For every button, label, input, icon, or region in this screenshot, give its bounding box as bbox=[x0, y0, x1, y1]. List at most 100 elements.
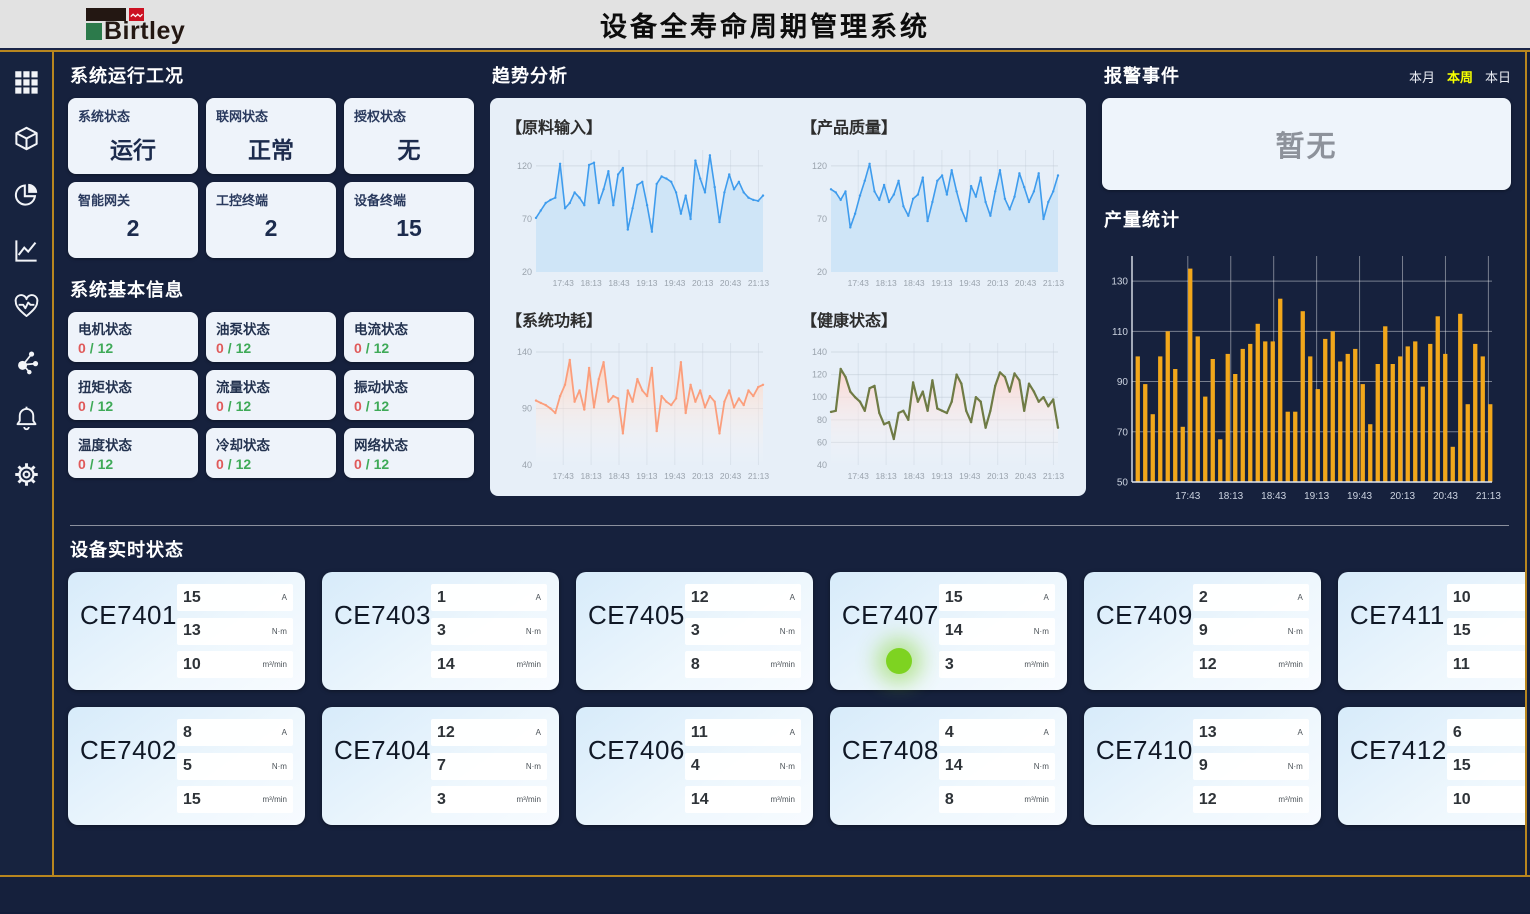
metric-value: 13 bbox=[1199, 724, 1217, 742]
device-card-ce7410[interactable]: CE7410 13A 9N·m 12m³/min bbox=[1084, 707, 1321, 825]
device-metric-row: 10A bbox=[1447, 584, 1525, 611]
raw-input-chart-title: 【原料输入】 bbox=[506, 114, 775, 138]
svg-text:110: 110 bbox=[1112, 327, 1128, 338]
total-count: / 12 bbox=[90, 456, 113, 472]
device-card-ce7404[interactable]: CE7404 12A 7N·m 3m³/min bbox=[322, 707, 559, 825]
svg-text:18:13: 18:13 bbox=[875, 471, 897, 481]
trend-panel: 【原料输入】 17:4318:1318:4319:1319:4320:1320:… bbox=[490, 98, 1086, 496]
svg-text:17:43: 17:43 bbox=[848, 471, 870, 481]
metric-unit: N·m bbox=[780, 627, 795, 636]
power-chart-svg: 17:4318:1318:4319:1319:4320:1320:4321:13… bbox=[506, 333, 771, 485]
svg-text:18:13: 18:13 bbox=[875, 278, 897, 288]
device-metric-row: 14N·m bbox=[939, 753, 1055, 780]
device-metric-row: 3N·m bbox=[431, 618, 547, 645]
alarm-count: 0 bbox=[78, 456, 86, 472]
metric-unit: A bbox=[282, 593, 287, 602]
product-quality-chart: 【产品质量】 17:4318:1318:4319:1319:4320:1320:… bbox=[801, 110, 1070, 297]
status-card-network: 联网状态 正常 bbox=[206, 98, 336, 174]
device-name: CE7410 bbox=[1096, 735, 1193, 766]
metric-value: 15 bbox=[183, 791, 201, 809]
bell-icon[interactable] bbox=[12, 404, 40, 432]
info-card-label: 扭矩状态 bbox=[78, 376, 188, 396]
alarm-empty-panel: 暂无 bbox=[1102, 98, 1511, 190]
device-card-ce7401[interactable]: CE7401 15A 13N·m 10m³/min bbox=[68, 572, 305, 690]
metric-value: 10 bbox=[1453, 589, 1471, 607]
svg-text:100: 100 bbox=[812, 392, 827, 402]
metric-value: 4 bbox=[945, 724, 954, 742]
device-card-ce7412[interactable]: CE7412 6A 15N·m 10m³/min bbox=[1338, 707, 1525, 825]
info-card-temperature: 温度状态 0/ 12 bbox=[68, 428, 198, 478]
metric-value: 15 bbox=[945, 589, 963, 607]
main-content: 系统运行工况 系统状态 运行 联网状态 正常 授权状态 无 bbox=[54, 52, 1525, 875]
device-metric-row: 12m³/min bbox=[1193, 786, 1309, 813]
page-title: 设备全寿命周期管理系统 bbox=[0, 5, 1530, 44]
metric-unit: m³/min bbox=[770, 795, 794, 804]
svg-text:17:43: 17:43 bbox=[848, 278, 870, 288]
metric-unit: m³/min bbox=[770, 660, 794, 669]
info-card-cooling: 冷却状态 0/ 12 bbox=[206, 428, 336, 478]
device-card-ce7402[interactable]: CE7402 8A 5N·m 15m³/min bbox=[68, 707, 305, 825]
alarm-tab-day[interactable]: 本日 bbox=[1485, 67, 1511, 86]
metric-unit: A bbox=[790, 593, 795, 602]
metric-unit: N·m bbox=[272, 762, 287, 771]
svg-text:21:13: 21:13 bbox=[1043, 471, 1065, 481]
alarm-tab-month[interactable]: 本月 bbox=[1409, 67, 1435, 86]
device-metric-row: 9N·m bbox=[1193, 753, 1309, 780]
svg-text:19:43: 19:43 bbox=[664, 278, 686, 288]
svg-text:140: 140 bbox=[812, 347, 827, 357]
system-info-grid: 电机状态 0/ 12 油泵状态 0/ 12 电流状态 0/ 12 扭矩状态 0/… bbox=[68, 312, 474, 478]
metric-unit: N·m bbox=[780, 762, 795, 771]
metric-unit: N·m bbox=[1288, 627, 1303, 636]
metric-unit: N·m bbox=[526, 627, 541, 636]
metric-value: 7 bbox=[437, 757, 446, 775]
alarm-tabs: 本月 本周 本日 bbox=[1409, 67, 1511, 86]
alarm-empty-text: 暂无 bbox=[1275, 123, 1337, 165]
svg-text:20:43: 20:43 bbox=[1433, 491, 1458, 502]
device-metric-row: 3m³/min bbox=[431, 786, 547, 813]
devices-title: 设备实时状态 bbox=[70, 536, 1511, 562]
gear-icon[interactable] bbox=[12, 460, 40, 488]
metric-value: 8 bbox=[183, 724, 192, 742]
line-chart-icon[interactable] bbox=[12, 236, 40, 264]
metric-value: 6 bbox=[1453, 724, 1462, 742]
pie-chart-icon[interactable] bbox=[12, 180, 40, 208]
metric-unit: m³/min bbox=[1278, 660, 1302, 669]
device-card-ce7403[interactable]: CE7403 1A 3N·m 14m³/min bbox=[322, 572, 559, 690]
device-card-ce7409[interactable]: CE7409 2A 9N·m 12m³/min bbox=[1084, 572, 1321, 690]
metric-unit: m³/min bbox=[1278, 795, 1302, 804]
raw-input-chart: 【原料输入】 17:4318:1318:4319:1319:4320:1320:… bbox=[506, 110, 775, 297]
device-card-ce7411[interactable]: CE7411 10A 15N·m 11m³/min bbox=[1338, 572, 1525, 690]
svg-text:70: 70 bbox=[1117, 427, 1129, 438]
metric-value: 4 bbox=[691, 757, 700, 775]
sidebar-nav bbox=[0, 52, 54, 875]
cube-icon[interactable] bbox=[12, 124, 40, 152]
device-name: CE7409 bbox=[1096, 600, 1193, 631]
device-card-ce7406[interactable]: CE7406 11A 4N·m 14m³/min bbox=[576, 707, 813, 825]
info-card-label: 冷却状态 bbox=[216, 434, 326, 454]
device-metric-row: 3N·m bbox=[685, 618, 801, 645]
network-nodes-icon[interactable] bbox=[12, 348, 40, 376]
svg-text:18:13: 18:13 bbox=[580, 278, 602, 288]
device-card-ce7408[interactable]: CE7408 4A 14N·m 8m³/min bbox=[830, 707, 1067, 825]
metric-value: 9 bbox=[1199, 757, 1208, 775]
svg-text:21:13: 21:13 bbox=[748, 278, 770, 288]
metric-value: 5 bbox=[183, 757, 192, 775]
alarm-tab-week[interactable]: 本周 bbox=[1447, 67, 1473, 86]
metric-unit: N·m bbox=[1034, 627, 1049, 636]
device-metric-row: 15m³/min bbox=[177, 786, 293, 813]
svg-text:80: 80 bbox=[817, 415, 827, 425]
metric-value: 12 bbox=[691, 589, 709, 607]
metric-value: 8 bbox=[945, 791, 954, 809]
info-card-label: 流量状态 bbox=[216, 376, 326, 396]
svg-text:140: 140 bbox=[517, 347, 532, 357]
device-card-ce7405[interactable]: CE7405 12A 3N·m 8m³/min bbox=[576, 572, 813, 690]
device-name: CE7403 bbox=[334, 600, 431, 631]
system-status-title: 系统运行工况 bbox=[70, 62, 474, 88]
alarm-count: 0 bbox=[354, 456, 362, 472]
health-pulse-icon[interactable] bbox=[12, 292, 40, 320]
svg-text:50: 50 bbox=[1117, 478, 1129, 489]
svg-text:19:13: 19:13 bbox=[636, 471, 658, 481]
device-card-ce7407[interactable]: CE7407 15A 14N·m 3m³/min bbox=[830, 572, 1067, 690]
metric-value: 9 bbox=[1199, 622, 1208, 640]
apps-grid-icon[interactable] bbox=[12, 68, 40, 96]
